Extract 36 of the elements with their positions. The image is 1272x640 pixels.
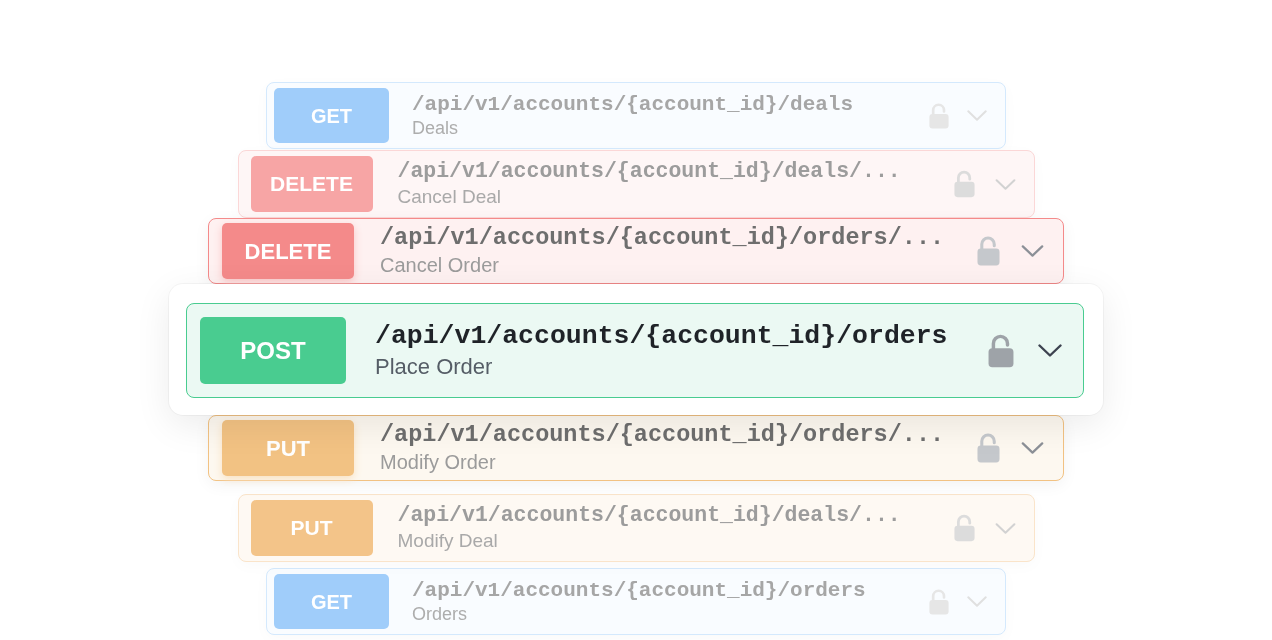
endpoint-path: /api/v1/accounts/{account_id}/orders xyxy=(412,577,866,603)
endpoint-path: /api/v1/accounts/{account_id}/deals/... xyxy=(397,159,901,185)
endpoint-summary: Cancel Order xyxy=(380,252,500,278)
open-padlock-icon[interactable] xyxy=(988,333,1014,368)
endpoint-row[interactable]: PUT /api/v1/accounts/{account_id}/deals/... Modify Deal xyxy=(237,494,1035,562)
open-padlock-icon[interactable] xyxy=(953,514,975,542)
endpoint-summary: Cancel Deal xyxy=(397,185,502,209)
open-padlock-icon[interactable] xyxy=(977,236,1000,266)
endpoint-path: /api/v1/accounts/{account_id}/deals xyxy=(412,91,854,117)
method-badge: GET xyxy=(274,88,389,143)
method-badge: PUT xyxy=(222,420,354,476)
open-padlock-icon[interactable] xyxy=(929,588,949,615)
endpoint-row[interactable]: POST /api/v1/accounts/{account_id}/orders Place Order xyxy=(186,303,1084,398)
endpoint-path: /api/v1/accounts/{account_id}/orders xyxy=(375,320,948,353)
method-badge: GET xyxy=(274,574,389,629)
endpoint-row[interactable]: GET /api/v1/accounts/{account_id}/deals Deals xyxy=(266,82,1006,149)
endpoint-row[interactable]: PUT /api/v1/accounts/{account_id}/orders/... Modify Order xyxy=(208,415,1064,481)
endpoint-row[interactable]: DELETE /api/v1/accounts/{account_id}/deals/... Cancel Deal xyxy=(237,150,1035,218)
endpoint-summary: Modify Deal xyxy=(397,529,499,553)
open-padlock-icon[interactable] xyxy=(929,102,949,129)
endpoint-path: /api/v1/accounts/{account_id}/orders/... xyxy=(380,421,945,450)
method-badge: DELETE xyxy=(222,223,354,279)
endpoint-summary: Modify Order xyxy=(380,449,497,475)
chevron-down-icon[interactable] xyxy=(1038,344,1062,357)
endpoint-summary: Deals xyxy=(412,116,460,140)
open-padlock-icon[interactable] xyxy=(977,433,1000,463)
method-badge: PUT xyxy=(250,500,373,556)
endpoint-path: /api/v1/accounts/{account_id}/deals/... xyxy=(397,503,901,529)
endpoint-row[interactable]: GET /api/v1/accounts/{account_id}/orders Orders xyxy=(266,568,1006,635)
open-padlock-icon[interactable] xyxy=(953,170,975,198)
method-badge: POST xyxy=(200,317,346,384)
method-badge: DELETE xyxy=(250,156,373,212)
endpoint-path: /api/v1/accounts/{account_id}/orders/... xyxy=(380,224,945,253)
endpoint-summary: Place Order xyxy=(375,352,494,381)
endpoint-summary: Orders xyxy=(412,602,468,626)
endpoint-row[interactable]: DELETE /api/v1/accounts/{account_id}/orders/... Cancel Order xyxy=(208,218,1064,284)
